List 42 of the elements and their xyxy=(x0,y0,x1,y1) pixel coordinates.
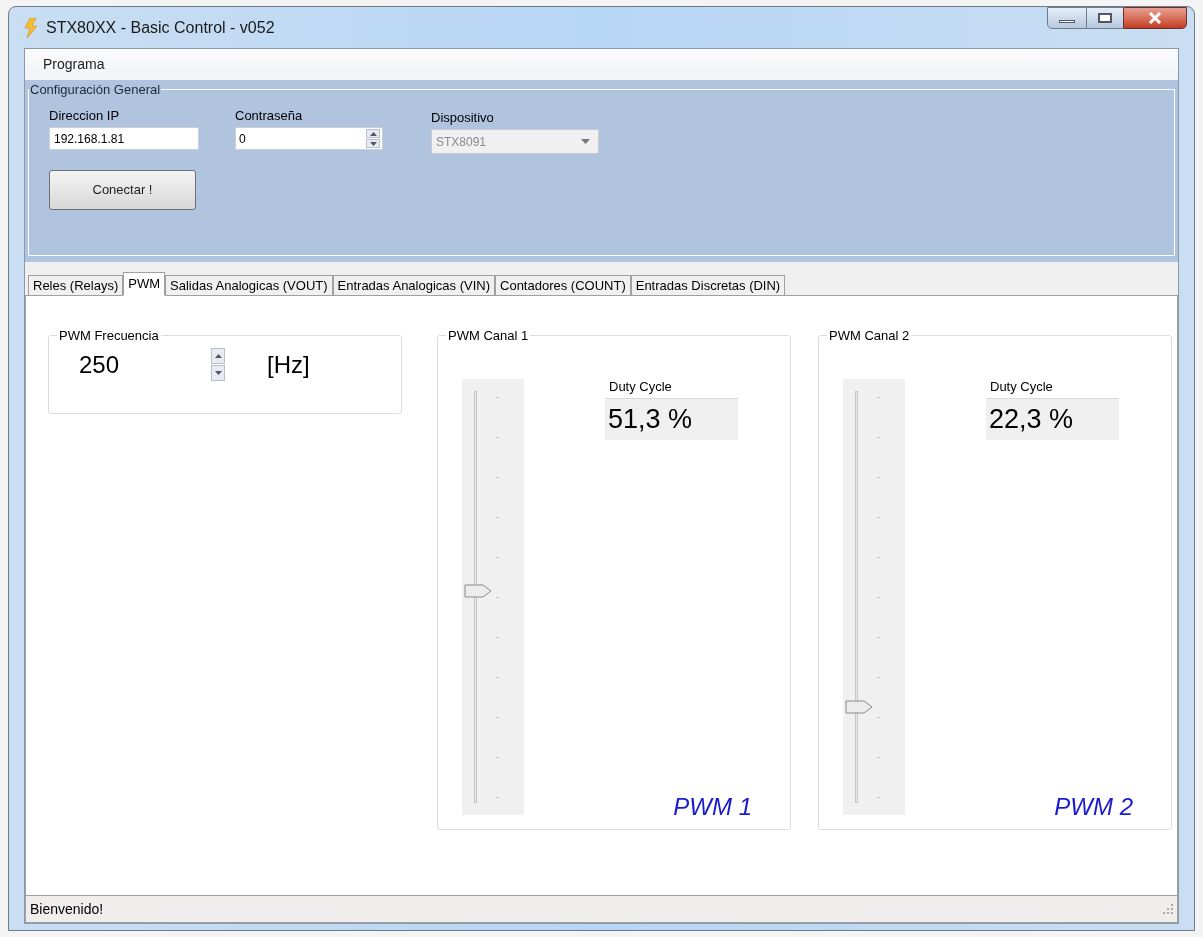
tab[interactable]: PWM xyxy=(123,272,166,296)
group-title: PWM Frecuencia xyxy=(58,327,160,345)
group-title: Configuración General xyxy=(29,81,162,99)
duty-cycle-label: Duty Cycle xyxy=(609,377,673,396)
minimize-button[interactable] xyxy=(1047,7,1087,29)
unit-label: [Hz] xyxy=(267,349,310,380)
tab[interactable]: Reles (Relays) xyxy=(28,275,124,296)
resize-grip-icon xyxy=(1163,904,1173,914)
frequency-spinner-field[interactable]: 250 xyxy=(77,345,227,384)
spinner-arrows-icon[interactable] xyxy=(366,128,380,149)
duty-cycle-label: Duty Cycle xyxy=(990,377,1054,396)
slider-thumb[interactable] xyxy=(464,584,492,599)
maximize-icon xyxy=(1098,13,1112,23)
vertical-slider[interactable] xyxy=(462,378,524,815)
field-label: Contraseña xyxy=(235,106,304,125)
field-label: Dispositivo xyxy=(431,108,495,127)
window-title: STX80XX - Basic Control - v052 xyxy=(46,17,275,38)
spinner-arrows-icon[interactable] xyxy=(211,347,225,382)
channel-caption: PWM 1 xyxy=(673,791,752,822)
close-button[interactable] xyxy=(1123,7,1187,29)
slider-thumb[interactable] xyxy=(845,700,873,715)
close-icon xyxy=(1148,12,1162,24)
ip-address-field[interactable]: 192.168.1.81 xyxy=(49,127,199,150)
connect-button[interactable]: Conectar ! xyxy=(49,170,196,210)
menu-item[interactable]: Programa xyxy=(43,54,105,75)
duty-cycle-readout: 51,3 % xyxy=(605,398,738,440)
group-title: PWM Canal 1 xyxy=(447,327,530,345)
password-spinner-field[interactable]: 0 xyxy=(235,127,383,150)
tab[interactable]: Entradas Analogicas (VIN) xyxy=(332,275,495,296)
channel-caption: PWM 2 xyxy=(1054,791,1133,822)
status-text: Bienvenido! xyxy=(30,899,104,919)
maximize-button[interactable] xyxy=(1087,7,1123,29)
duty-cycle-readout: 22,3 % xyxy=(986,398,1119,440)
field-label: Direccion IP xyxy=(49,106,121,125)
vertical-slider[interactable] xyxy=(843,378,905,815)
tab[interactable]: Entradas Discretas (DIN) xyxy=(630,275,786,296)
tab[interactable]: Contadores (COUNT) xyxy=(495,275,631,296)
lightning-bolt-icon xyxy=(24,17,38,38)
group-title: PWM Canal 2 xyxy=(828,327,911,345)
tab[interactable]: Salidas Analogicas (VOUT) xyxy=(165,275,333,296)
minimize-icon xyxy=(1059,20,1075,23)
caret-icon xyxy=(581,139,590,144)
